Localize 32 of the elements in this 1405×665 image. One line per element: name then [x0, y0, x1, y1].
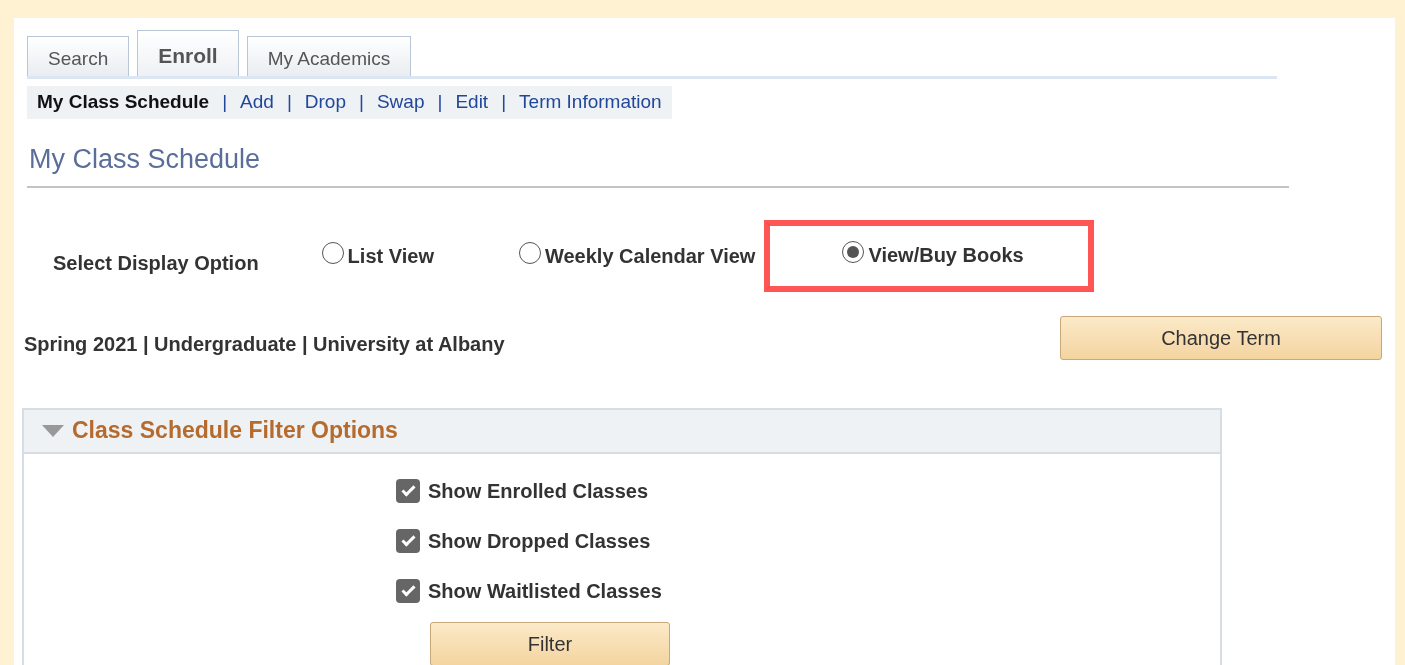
subnav-link[interactable]: Edit — [455, 88, 489, 117]
separator: | — [359, 90, 364, 115]
separator: | — [437, 90, 443, 115]
tab[interactable]: Search — [27, 36, 130, 76]
option-label: Select Display Option — [53, 250, 259, 276]
radio-button[interactable] — [842, 240, 865, 263]
separator: | — [286, 90, 292, 115]
checkbox[interactable] — [396, 478, 420, 503]
radio-label: Weekly Calendar View — [544, 243, 756, 269]
panel-title: Class Schedule Filter Options — [72, 416, 398, 446]
page-title: My Class Schedule — [27, 119, 1289, 188]
radio-label: View/Buy Books — [868, 242, 1024, 268]
subnav-link[interactable]: Term Information — [519, 88, 662, 117]
checkbox-label: Show Waitlisted Classes — [428, 578, 662, 604]
change-term-button[interactable]: Change Term — [1060, 315, 1382, 360]
separator: | — [222, 90, 228, 115]
tab[interactable]: My Academics — [246, 36, 412, 76]
radio-button[interactable] — [518, 241, 541, 264]
term-info: Spring 2021 | Undergraduate | University at Albany — [24, 331, 505, 357]
subnav-link[interactable]: Add — [240, 88, 274, 117]
tab[interactable]: Enroll — [137, 30, 239, 76]
subnav-link[interactable]: Drop — [304, 88, 346, 117]
radio-label: List View — [347, 243, 434, 269]
subnav-link[interactable]: My Class Schedule — [37, 88, 210, 117]
radio-button[interactable] — [321, 241, 344, 264]
separator: | — [501, 90, 507, 115]
checkbox-label: Show Enrolled Classes — [428, 478, 649, 504]
filter-button[interactable]: Filter — [430, 621, 670, 665]
checkbox[interactable] — [396, 578, 420, 603]
checkbox[interactable] — [396, 528, 420, 553]
checkbox-label: Show Dropped Classes — [428, 528, 651, 554]
subnav-link[interactable]: Swap — [376, 88, 425, 117]
